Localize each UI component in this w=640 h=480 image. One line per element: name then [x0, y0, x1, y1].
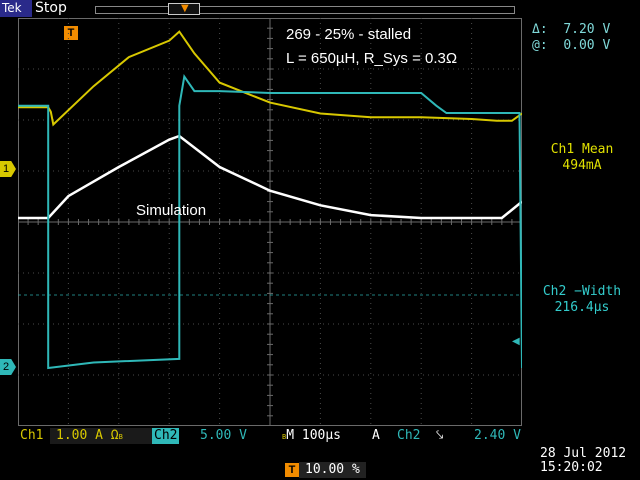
- measurement-2-value: 216.4µs: [554, 300, 610, 315]
- time-display: 15:20:02: [540, 460, 603, 475]
- ch1-label[interactable]: Ch1: [20, 428, 43, 444]
- timebase-value: 100µs: [301, 428, 342, 443]
- record-length-bar: [95, 6, 515, 14]
- cursor-at: @: 0.00 V: [532, 38, 610, 53]
- ch1-scale-value: 1.00 A: [56, 428, 103, 443]
- waveform-display: [18, 18, 522, 426]
- brand-logo: Tek: [0, 0, 32, 17]
- ch1-ground-marker[interactable]: 1: [0, 161, 16, 177]
- annotation-title: 269 - 25% - stalled: [286, 26, 412, 43]
- ch2-ground-marker[interactable]: 2: [0, 359, 16, 375]
- record-trigger-marker: ▼: [181, 3, 189, 14]
- ch2-scale-readout[interactable]: 5.00 V: [186, 428, 280, 444]
- measurement-1-label: Ch1 Mean: [550, 142, 614, 157]
- trigger-icon: T: [285, 463, 299, 477]
- cursor-at-label: @:: [532, 38, 548, 53]
- cursor-delta-label: Δ:: [532, 22, 548, 37]
- trigger-position-readout[interactable]: T 10.00 %: [285, 462, 366, 478]
- measurement-2-label: Ch2 −Width: [542, 284, 622, 299]
- ch2-scale-value: 5.00 V: [200, 428, 247, 443]
- brand-text: Tek: [2, 1, 22, 15]
- annotation-params: L = 650µH, R_Sys = 0.3Ω: [286, 50, 458, 67]
- cursor-delta-value: 7.20 V: [563, 22, 611, 37]
- trigger-slope-icon[interactable]: ⤥: [436, 428, 443, 444]
- timebase-readout[interactable]: BM 100µs: [282, 428, 341, 444]
- ch2-label[interactable]: Ch2: [152, 428, 180, 444]
- graticule: [18, 18, 522, 426]
- measurement-panel: Δ: 7.20 V @: 0.00 V Ch1 Mean 494mA Ch2 −…: [524, 18, 640, 428]
- cursor-at-value: 0.00 V: [563, 38, 611, 53]
- cursor-delta: Δ: 7.20 V: [532, 22, 610, 37]
- ch1-coupling: Ω: [110, 428, 119, 443]
- trigger-position-value: 10.00 %: [299, 462, 366, 478]
- ch1-bandwidth-limit: B: [118, 433, 123, 441]
- ch1-scale-readout[interactable]: 1.00 A ΩB: [50, 428, 156, 444]
- top-status-bar: Tek Stop ▼: [0, 0, 640, 18]
- bottom-status-bar: Ch1 1.00 A ΩB Ch2 5.00 V BM 100µs A Ch2 …: [0, 428, 640, 480]
- trigger-level-arrow[interactable]: ◀: [512, 336, 520, 347]
- trigger-channel[interactable]: Ch2: [397, 428, 420, 444]
- measurement-1-value: 494mA: [562, 158, 602, 173]
- run-state-label: Stop: [35, 0, 67, 16]
- timebase-mode: M: [286, 428, 295, 443]
- trigger-source-label: A: [372, 428, 380, 443]
- trigger-level-readout[interactable]: 2.40 V: [474, 428, 521, 444]
- simulation-label: Simulation: [136, 202, 207, 219]
